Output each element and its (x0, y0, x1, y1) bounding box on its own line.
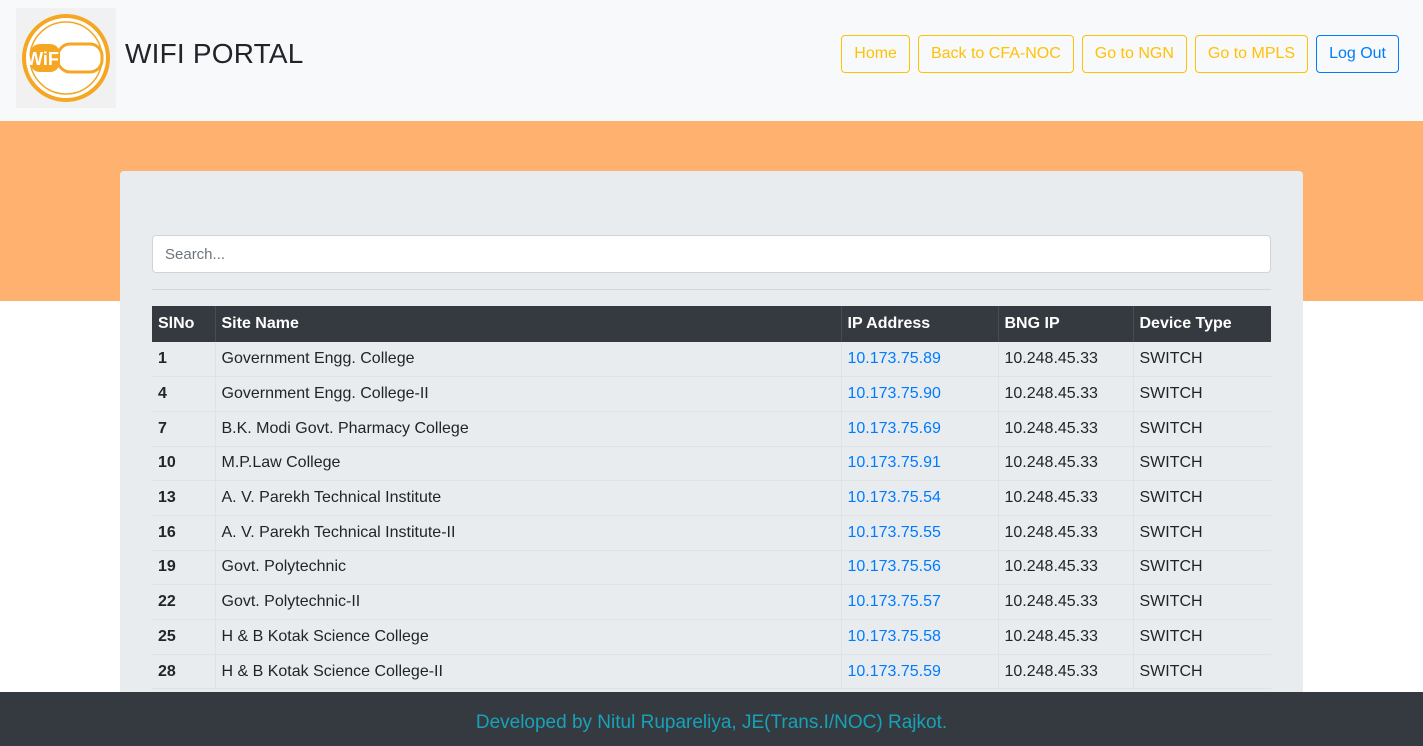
column-header-site-name[interactable]: Site Name (215, 306, 842, 342)
table-row: 22 Govt. Polytechnic-II 10.173.75.57 10.… (152, 584, 1271, 620)
back-to-cfa-noc-button[interactable]: Back to CFA-NOC (917, 35, 1074, 73)
cell-device-type: SWITCH (1133, 480, 1271, 516)
cell-device-type: SWITCH (1133, 550, 1271, 586)
cell-site-name: Govt. Polytechnic (215, 550, 842, 586)
cell-device-type: SWITCH (1133, 515, 1271, 551)
cell-slno: 4 (152, 376, 216, 412)
table-row: 10 M.P.Law College 10.173.75.91 10.248.4… (152, 446, 1271, 482)
cell-device-type: SWITCH (1133, 411, 1271, 447)
ip-link[interactable]: 10.173.75.58 (841, 619, 999, 655)
cell-bng-ip: 10.248.45.33 (998, 342, 1134, 378)
cell-site-name: Government Engg. College (215, 342, 842, 378)
column-header-ip-address[interactable]: IP Address (841, 306, 999, 342)
ip-link[interactable]: 10.173.75.91 (841, 446, 999, 482)
cell-bng-ip: 10.248.45.33 (998, 411, 1134, 447)
cell-slno: 13 (152, 480, 216, 516)
column-header-bng-ip[interactable]: BNG IP (998, 306, 1134, 342)
cell-device-type: SWITCH (1133, 342, 1271, 378)
table-row: 4 Government Engg. College-II 10.173.75.… (152, 376, 1271, 412)
ip-link[interactable]: 10.173.75.89 (841, 342, 999, 378)
table-row: 1 Government Engg. College 10.173.75.89 … (152, 342, 1271, 378)
cell-bng-ip: 10.248.45.33 (998, 654, 1134, 690)
cell-slno: 16 (152, 515, 216, 551)
content-card: SlNo Site Name IP Address BNG IP Device … (120, 171, 1303, 731)
ip-link[interactable]: 10.173.75.55 (841, 515, 999, 551)
search-input[interactable] (152, 235, 1271, 273)
cell-bng-ip: 10.248.45.33 (998, 376, 1134, 412)
go-to-ngn-button[interactable]: Go to NGN (1081, 35, 1187, 73)
ip-link[interactable]: 10.173.75.57 (841, 584, 999, 620)
cell-slno: 1 (152, 342, 216, 378)
table-row: 16 A. V. Parekh Technical Institute-II 1… (152, 515, 1271, 551)
cell-site-name: A. V. Parekh Technical Institute-II (215, 515, 842, 551)
cell-device-type: SWITCH (1133, 654, 1271, 690)
home-button[interactable]: Home (841, 35, 910, 73)
wifi-logo-icon[interactable]: WiFi (16, 8, 116, 108)
ip-link[interactable]: 10.173.75.56 (841, 550, 999, 586)
table-row: 19 Govt. Polytechnic 10.173.75.56 10.248… (152, 550, 1271, 586)
top-navbar: WiFi WIFI PORTAL Home Back to CFA-NOC Go… (0, 0, 1423, 121)
cell-device-type: SWITCH (1133, 376, 1271, 412)
ip-link[interactable]: 10.173.75.69 (841, 411, 999, 447)
divider (152, 289, 1271, 290)
cell-site-name: Govt. Polytechnic-II (215, 584, 842, 620)
table-row: 13 A. V. Parekh Technical Institute 10.1… (152, 480, 1271, 516)
table-header-row: SlNo Site Name IP Address BNG IP Device … (152, 306, 1271, 342)
go-to-mpls-button[interactable]: Go to MPLS (1194, 35, 1309, 73)
cell-slno: 28 (152, 654, 216, 690)
sites-table: SlNo Site Name IP Address BNG IP Device … (152, 306, 1271, 690)
cell-bng-ip: 10.248.45.33 (998, 584, 1134, 620)
cell-bng-ip: 10.248.45.33 (998, 480, 1134, 516)
footer: Developed by Nitul Rupareliya, JE(Trans.… (0, 692, 1423, 746)
nav-buttons: Home Back to CFA-NOC Go to NGN Go to MPL… (841, 35, 1399, 73)
ip-link[interactable]: 10.173.75.54 (841, 480, 999, 516)
footer-credit: Developed by Nitul Rupareliya, JE(Trans.… (475, 712, 948, 733)
ip-link[interactable]: 10.173.75.90 (841, 376, 999, 412)
brand-title[interactable]: WIFI PORTAL (125, 38, 304, 70)
table-row: 25 H & B Kotak Science College 10.173.75… (152, 619, 1271, 655)
cell-device-type: SWITCH (1133, 584, 1271, 620)
column-header-slno[interactable]: SlNo (152, 306, 216, 342)
column-header-device-type[interactable]: Device Type (1133, 306, 1271, 342)
ip-link[interactable]: 10.173.75.59 (841, 654, 999, 690)
table-row: 7 B.K. Modi Govt. Pharmacy College 10.17… (152, 411, 1271, 447)
cell-site-name: H & B Kotak Science College-II (215, 654, 842, 690)
cell-slno: 19 (152, 550, 216, 586)
log-out-button[interactable]: Log Out (1316, 35, 1399, 73)
cell-slno: 10 (152, 446, 216, 482)
cell-site-name: A. V. Parekh Technical Institute (215, 480, 842, 516)
cell-slno: 25 (152, 619, 216, 655)
cell-bng-ip: 10.248.45.33 (998, 550, 1134, 586)
logo-text: WiFi (26, 49, 64, 69)
cell-device-type: SWITCH (1133, 619, 1271, 655)
cell-site-name: M.P.Law College (215, 446, 842, 482)
cell-device-type: SWITCH (1133, 446, 1271, 482)
cell-site-name: Government Engg. College-II (215, 376, 842, 412)
cell-slno: 22 (152, 584, 216, 620)
cell-site-name: B.K. Modi Govt. Pharmacy College (215, 411, 842, 447)
cell-site-name: H & B Kotak Science College (215, 619, 842, 655)
cell-bng-ip: 10.248.45.33 (998, 515, 1134, 551)
cell-bng-ip: 10.248.45.33 (998, 619, 1134, 655)
table-row: 28 H & B Kotak Science College-II 10.173… (152, 654, 1271, 690)
cell-slno: 7 (152, 411, 216, 447)
cell-bng-ip: 10.248.45.33 (998, 446, 1134, 482)
